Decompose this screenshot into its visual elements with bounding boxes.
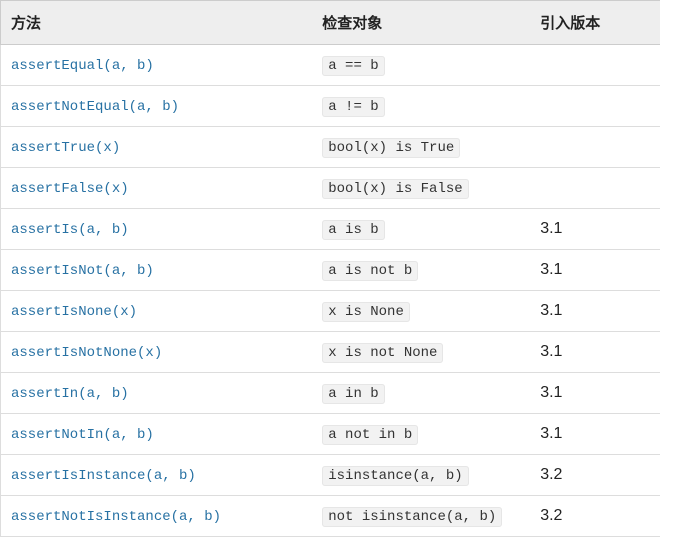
cell-method: assertIsNotNone(x) [1, 332, 313, 373]
cell-method: assertIs(a, b) [1, 209, 313, 250]
cell-version: 3.1 [530, 332, 660, 373]
cell-method: assertNotIn(a, b) [1, 414, 313, 455]
check-code: x is None [322, 302, 410, 322]
cell-method: assertNotEqual(a, b) [1, 86, 313, 127]
table-row: assertIsNot(a, b) a is not b 3.1 [1, 250, 661, 291]
method-link[interactable]: assertNotEqual(a, b) [11, 99, 179, 115]
method-link[interactable]: assertIsNot(a, b) [11, 263, 154, 279]
cell-check: a in b [312, 373, 530, 414]
cell-version: 3.2 [530, 496, 660, 537]
table-row: assertIsNone(x) x is None 3.1 [1, 291, 661, 332]
header-version: 引入版本 [530, 1, 660, 45]
cell-check: a is b [312, 209, 530, 250]
cell-version [530, 45, 660, 86]
cell-check: a is not b [312, 250, 530, 291]
cell-version [530, 168, 660, 209]
cell-check: a not in b [312, 414, 530, 455]
cell-method: assertNotIsInstance(a, b) [1, 496, 313, 537]
cell-check: isinstance(a, b) [312, 455, 530, 496]
table-row: assertIs(a, b) a is b 3.1 [1, 209, 661, 250]
header-method: 方法 [1, 1, 313, 45]
table-row: assertNotIsInstance(a, b) not isinstance(… [1, 496, 661, 537]
table-row: assertNotEqual(a, b) a != b [1, 86, 661, 127]
cell-version [530, 86, 660, 127]
table-row: assertNotIn(a, b) a not in b 3.1 [1, 414, 661, 455]
cell-check: a == b [312, 45, 530, 86]
cell-check: x is None [312, 291, 530, 332]
table-header-row: 方法 检查对象 引入版本 [1, 1, 661, 45]
cell-method: assertEqual(a, b) [1, 45, 313, 86]
cell-version: 3.1 [530, 373, 660, 414]
check-code: bool(x) is False [322, 179, 468, 199]
check-code: a is not b [322, 261, 418, 281]
check-code: a is b [322, 220, 384, 240]
cell-version: 3.1 [530, 250, 660, 291]
header-check: 检查对象 [312, 1, 530, 45]
cell-check: bool(x) is False [312, 168, 530, 209]
method-link[interactable]: assertTrue(x) [11, 140, 120, 156]
cell-check: bool(x) is True [312, 127, 530, 168]
check-code: x is not None [322, 343, 443, 363]
cell-version: 3.1 [530, 414, 660, 455]
cell-version: 3.2 [530, 455, 660, 496]
method-link[interactable]: assertIsNotNone(x) [11, 345, 162, 361]
cell-version: 3.1 [530, 209, 660, 250]
method-link[interactable]: assertFalse(x) [11, 181, 129, 197]
cell-method: assertTrue(x) [1, 127, 313, 168]
method-link[interactable]: assertIs(a, b) [11, 222, 129, 238]
table-row: assertIsInstance(a, b) isinstance(a, b) 3.… [1, 455, 661, 496]
cell-method: assertIsInstance(a, b) [1, 455, 313, 496]
method-link[interactable]: assertIsInstance(a, b) [11, 468, 196, 484]
table-row: assertFalse(x) bool(x) is False [1, 168, 661, 209]
table-row: assertTrue(x) bool(x) is True [1, 127, 661, 168]
cell-check: not isinstance(a, b) [312, 496, 530, 537]
cell-method: assertIsNone(x) [1, 291, 313, 332]
assert-methods-table: 方法 检查对象 引入版本 assertEqual(a, b)a == basse… [0, 0, 660, 537]
check-code: a == b [322, 56, 384, 76]
method-link[interactable]: assertIn(a, b) [11, 386, 129, 402]
table-row: assertIn(a, b) a in b 3.1 [1, 373, 661, 414]
table-row: assertIsNotNone(x) x is not None 3.1 [1, 332, 661, 373]
method-link[interactable]: assertNotIn(a, b) [11, 427, 154, 443]
check-code: isinstance(a, b) [322, 466, 468, 486]
check-code: not isinstance(a, b) [322, 507, 502, 527]
method-link[interactable]: assertIsNone(x) [11, 304, 137, 320]
check-code: a != b [322, 97, 384, 117]
method-link[interactable]: assertNotIsInstance(a, b) [11, 509, 221, 525]
check-code: a not in b [322, 425, 418, 445]
cell-method: assertIn(a, b) [1, 373, 313, 414]
check-code: bool(x) is True [322, 138, 460, 158]
table-row: assertEqual(a, b) a == b [1, 45, 661, 86]
check-code: a in b [322, 384, 384, 404]
cell-method: assertIsNot(a, b) [1, 250, 313, 291]
cell-version: 3.1 [530, 291, 660, 332]
cell-check: x is not None [312, 332, 530, 373]
cell-check: a != b [312, 86, 530, 127]
cell-version [530, 127, 660, 168]
method-link[interactable]: assertEqual(a, b) [11, 58, 154, 74]
cell-method: assertFalse(x) [1, 168, 313, 209]
